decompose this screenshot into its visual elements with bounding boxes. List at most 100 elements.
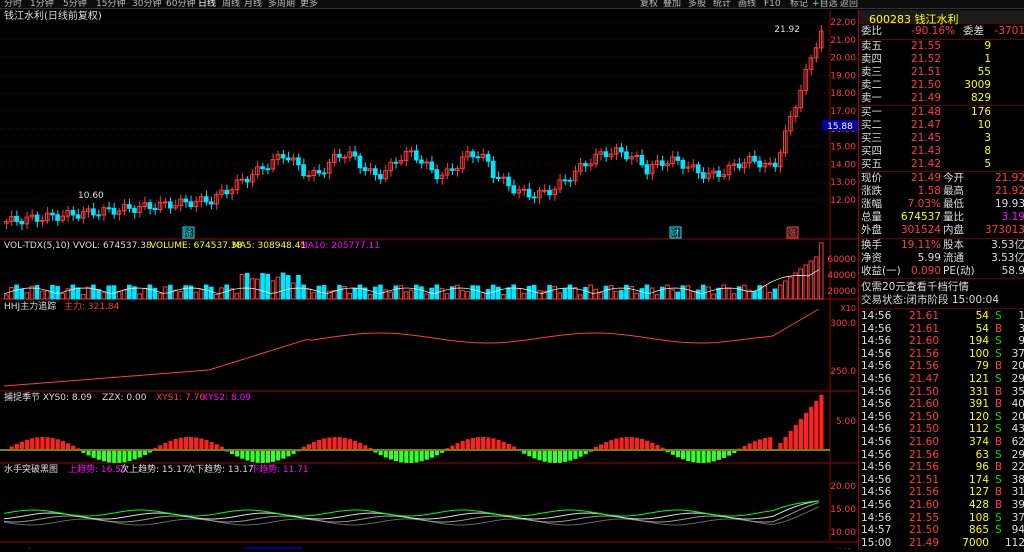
chart-area[interactable]: 22.0021.0020.0019.0018.0017.0016.0015.00… (0, 10, 858, 549)
high-label: 21.92 (774, 25, 800, 35)
catch-bar (117, 451, 121, 463)
tick-row-cell: 22 (1012, 461, 1024, 474)
tab-8[interactable]: 月线 (244, 0, 262, 9)
tab-7[interactable]: 周线 (222, 0, 240, 9)
catch-bar (686, 451, 690, 461)
tab-3[interactable]: 15分钟 (96, 0, 125, 9)
sell-row-cell: 21.55 (911, 40, 941, 53)
candle-body (604, 152, 608, 157)
tab-4[interactable]: 30分钟 (132, 0, 161, 9)
tick-row-cell: 21.56 (909, 348, 939, 361)
tab-10[interactable]: 更多 (300, 0, 318, 9)
volume-bar (404, 292, 408, 299)
buy-row-cell: 买五 (861, 158, 882, 171)
volume-bar (753, 292, 757, 299)
stat2-row-cell: 股本 (943, 239, 964, 252)
candle-body (486, 154, 490, 161)
volume-bar (102, 292, 106, 299)
candle-body (133, 208, 137, 212)
catch-bar (66, 443, 70, 449)
candle-body (20, 221, 24, 223)
tab-5[interactable]: 60分钟 (166, 0, 195, 9)
webi-row-cell: -90.16% (911, 25, 955, 38)
candle-body (92, 209, 96, 215)
stat-row-cell: 现价 (861, 172, 882, 185)
tick-row-cell: 43 (1012, 423, 1024, 436)
toolbar-btn-6[interactable]: 标记 (790, 0, 808, 9)
tick-row-cell: 14:56 (861, 512, 891, 525)
catch-bar (532, 451, 536, 458)
candle-body (51, 213, 55, 215)
toolbar-btn-1[interactable]: 叠加 (663, 0, 681, 9)
volume-bar (522, 293, 526, 299)
catch-bar (40, 437, 44, 449)
toolbar-btn-2[interactable]: 多股 (688, 0, 706, 9)
catch-bar (56, 439, 60, 449)
tick-row-cell: 79 (976, 360, 989, 373)
stat-row-cell: 21.92 (995, 172, 1024, 185)
catch-bar (153, 448, 157, 449)
volume-bar (297, 276, 301, 299)
volume-bar (266, 274, 270, 299)
tick-row-cell: 38 (1012, 474, 1024, 487)
catch-bar (163, 443, 167, 449)
catch-bar (737, 448, 741, 449)
tab-6[interactable]: 日线 (198, 0, 216, 9)
volume-bar (507, 288, 511, 299)
volume-bar (645, 285, 649, 299)
volume-bar (527, 286, 531, 299)
tab-1[interactable]: 1分钟 (30, 0, 54, 9)
catch-bar (717, 451, 721, 460)
toolbar-btn-5[interactable]: F10 (764, 0, 781, 9)
volume-bar (630, 287, 634, 299)
kline-svg[interactable]: 22.0021.0020.0019.0018.0017.0016.0015.00… (0, 10, 858, 549)
tick-row-cell: 21.56 (909, 360, 939, 373)
tick-row-cell: B (995, 499, 1002, 512)
volume-bar (81, 294, 85, 299)
candle-body (415, 151, 419, 160)
tab-2[interactable]: 5分钟 (63, 0, 87, 9)
sell-row-cell: 卖五 (861, 40, 882, 53)
tick-row: 14:5621.56100S37 (859, 348, 1024, 361)
tab-9[interactable]: 多周期 (268, 0, 295, 9)
buy-row-cell: 3 (984, 132, 991, 145)
catch-bar (573, 451, 577, 459)
toolbar-btn-4[interactable]: 画线 (738, 0, 756, 9)
tick-row-cell: 374 (969, 436, 989, 449)
hhj-label: 主力: 321.84 (64, 300, 120, 312)
tick-row: 14:5621.60391B40 (859, 398, 1024, 411)
tick-row: 14:5621.6154S1 (859, 310, 1024, 323)
buy-row-cell: 8 (984, 145, 991, 158)
toolbar-btn-8[interactable]: 返回 (840, 0, 858, 9)
volume-bar (727, 288, 731, 299)
stat-row-cell: 301524 (901, 224, 941, 237)
candle-body (512, 186, 516, 193)
toolbar-btn-3[interactable]: 统计 (713, 0, 731, 9)
tick-row-cell: 112 (969, 423, 989, 436)
webi-row-cell: -3701 (994, 25, 1024, 38)
tick-row: 14:5621.50331B35 (859, 386, 1024, 399)
tab-0[interactable]: 分时 (4, 0, 22, 9)
toolbar-btn-7[interactable]: +自选 (812, 0, 838, 9)
tick-row-cell: 108 (969, 512, 989, 525)
vol-axis-tick: 60000 (827, 255, 856, 265)
catch-bar (819, 395, 823, 449)
buy-row-cell: 21.42 (911, 158, 941, 171)
tick-row-cell: 20 (1012, 360, 1024, 373)
tick-row-cell: 21.61 (909, 310, 939, 323)
catch-bar (338, 437, 342, 449)
volume-bar (778, 285, 782, 299)
price-axis-tick: 20.00 (830, 54, 856, 64)
volume-bar (743, 285, 747, 299)
candle-body (245, 179, 249, 182)
catch-bar (128, 451, 132, 461)
volume-bar (409, 290, 413, 299)
price-axis-tick: 12.00 (830, 196, 856, 206)
volume-bar (76, 288, 80, 299)
catch-bar (220, 447, 224, 449)
catch-bar (148, 451, 152, 452)
catch-bar (107, 451, 111, 462)
webi-row-cell: 委差 (963, 25, 984, 38)
toolbar-btn-0[interactable]: 复权 (640, 0, 658, 9)
candle-body (163, 202, 167, 203)
